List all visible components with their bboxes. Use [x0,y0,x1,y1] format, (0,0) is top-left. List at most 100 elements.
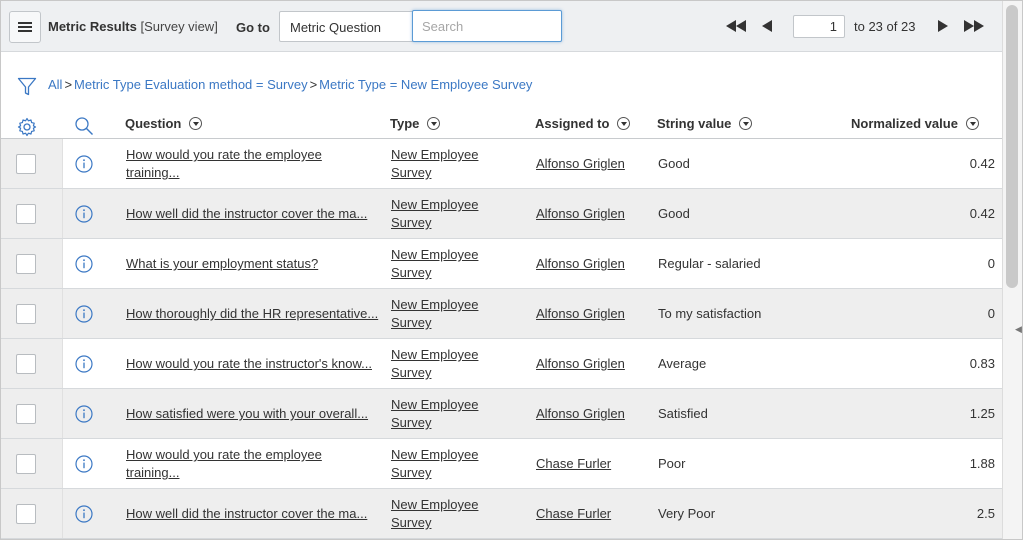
assigned-to-link[interactable]: Alfonso Griglen [536,155,625,173]
question-link[interactable]: What is your employment status? [126,255,384,273]
assigned-to-link[interactable]: Chase Furler [536,455,611,473]
sort-menu-icon[interactable] [189,117,203,130]
info-icon[interactable] [75,355,93,376]
question-link[interactable]: How well did the instructor cover the ma… [126,205,384,223]
type-link[interactable]: New Employee Survey [391,496,511,532]
question-link[interactable]: How would you rate the employee training.… [126,146,384,182]
question-link[interactable]: How thoroughly did the HR representative… [126,305,384,323]
previous-page-button[interactable] [760,15,774,37]
question-line: training... [126,165,180,180]
question-line: How would you rate the employee [126,447,322,462]
type-line: New Employee [391,197,479,212]
type-line: Survey [391,515,432,530]
question-line: How would you rate the instructor's know… [126,356,372,371]
search-input[interactable] [412,10,562,42]
info-icon[interactable] [75,455,93,476]
last-page-button[interactable] [963,15,985,37]
column-header-string-value[interactable]: String value [657,116,753,131]
row-checkbox[interactable] [16,304,36,324]
question-line: What is your employment status? [126,256,319,271]
normalized-value: 0.83 [969,356,995,371]
menu-button[interactable] [9,11,41,43]
goto-field-select[interactable]: Metric Question [279,11,413,42]
first-page-button[interactable] [725,15,747,37]
type-link[interactable]: New Employee Survey [391,346,511,382]
next-page-icon [938,20,948,32]
normalized-value: 0 [987,256,995,271]
sort-menu-icon[interactable] [739,117,753,130]
sort-menu-icon[interactable] [617,117,631,130]
column-header-question[interactable]: Question [125,116,203,131]
type-line: New Employee [391,247,479,262]
question-link[interactable]: How satisfied were you with your overall… [126,405,384,423]
row-checkbox[interactable] [16,454,36,474]
assigned-to-link[interactable]: Alfonso Griglen [536,255,625,273]
breadcrumb-all[interactable]: All [48,77,62,92]
breadcrumb-metric-type[interactable]: Metric Type = New Employee Survey [319,77,532,92]
last-page-icon [964,20,984,32]
string-value: Very Poor [658,506,716,521]
question-link[interactable]: How would you rate the instructor's know… [126,355,384,373]
info-icon[interactable] [75,305,93,326]
column-label: String value [657,116,732,131]
type-link[interactable]: New Employee Survey [391,296,511,332]
search-icon[interactable] [74,116,94,139]
normalized-value: 0 [987,306,995,321]
question-line: How would you rate the employee [126,147,322,162]
type-line: New Employee [391,347,479,362]
column-header-type[interactable]: Type [390,116,441,131]
page-count-label: to 23 of 23 [854,19,916,34]
column-header-assigned-to[interactable]: Assigned to [535,116,631,131]
string-value: Good [658,156,690,171]
assigned-to-link[interactable]: Chase Furler [536,505,611,523]
previous-page-icon [762,20,772,32]
gear-icon[interactable] [17,117,37,140]
type-link[interactable]: New Employee Survey [391,146,511,182]
question-line: How well did the instructor cover the ma… [126,506,368,521]
info-icon[interactable] [75,255,93,276]
assigned-to-link[interactable]: Alfonso Griglen [536,205,625,223]
string-value: Poor [658,456,686,471]
type-link[interactable]: New Employee Survey [391,196,511,232]
string-value: Regular - salaried [658,256,761,271]
row-select-cell [1,289,63,338]
row-checkbox[interactable] [16,154,36,174]
question-link[interactable]: How would you rate the employee training.… [126,446,384,482]
row-checkbox[interactable] [16,254,36,274]
row-checkbox[interactable] [16,504,36,524]
info-icon[interactable] [75,155,93,176]
row-checkbox[interactable] [16,354,36,374]
view-name: [Survey view] [140,19,218,34]
type-link[interactable]: New Employee Survey [391,446,511,482]
table-row: How would you rate the employee training.… [1,139,1002,189]
info-icon[interactable] [75,405,93,426]
scrollbar-thumb[interactable] [1006,5,1018,288]
question-line: How satisfied were you with your overall… [126,406,369,421]
string-value: Average [658,356,707,371]
assigned-to-link[interactable]: Alfonso Griglen [536,305,625,323]
table-header: Question Type Assigned to String value N… [1,107,1002,139]
next-page-button[interactable] [936,15,950,37]
column-label: Question [125,116,182,131]
question-link[interactable]: How well did the instructor cover the ma… [126,505,384,523]
assigned-to-link[interactable]: Alfonso Griglen [536,355,625,373]
assigned-to-link[interactable]: Alfonso Griglen [536,405,625,423]
info-icon[interactable] [75,205,93,226]
row-checkbox[interactable] [16,404,36,424]
row-checkbox[interactable] [16,204,36,224]
table-row: How would you rate the instructor's know… [1,339,1002,389]
vertical-scrollbar[interactable] [1002,1,1022,539]
page-number-input[interactable] [793,15,845,38]
breadcrumb-evaluation-method[interactable]: Metric Type Evaluation method = Survey [74,77,308,92]
column-header-normalized-value[interactable]: Normalized value [851,116,979,131]
type-line: Survey [391,165,432,180]
sort-menu-icon[interactable] [965,117,979,130]
app-window: Metric Results [Survey view] Go to Metri… [0,0,1023,540]
type-link[interactable]: New Employee Survey [391,246,511,282]
collapse-panel-icon[interactable]: ◀ [1015,324,1022,335]
type-line: New Employee [391,297,479,312]
type-link[interactable]: New Employee Survey [391,396,511,432]
sort-menu-icon[interactable] [427,117,441,130]
info-icon[interactable] [75,505,93,526]
filter-icon[interactable] [17,77,37,100]
